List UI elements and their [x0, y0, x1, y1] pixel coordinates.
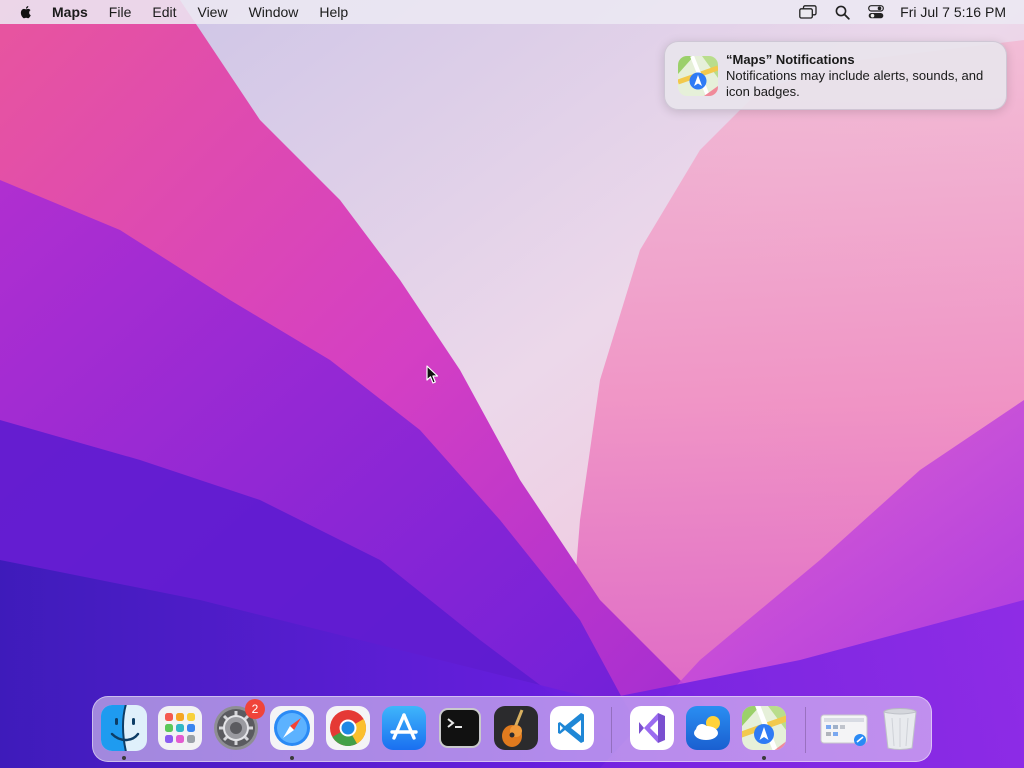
- dock-separator: [611, 707, 612, 753]
- terminal-icon: [439, 708, 481, 748]
- mouse-pointer-icon: [426, 365, 439, 384]
- menu-window[interactable]: Window: [249, 4, 299, 20]
- dock-running-indicator: [762, 756, 766, 760]
- dock: 2: [92, 696, 932, 762]
- dock-separator: [805, 707, 806, 753]
- screen-mirroring-icon[interactable]: [798, 2, 818, 22]
- vscode-icon: [550, 706, 594, 750]
- dock-item-chrome[interactable]: [324, 704, 372, 752]
- menu-bar-clock[interactable]: Fri Jul 7 5:16 PM: [900, 4, 1006, 20]
- menu-bar-right: Fri Jul 7 5:16 PM: [798, 0, 1024, 24]
- launchpad-icon: [158, 706, 202, 750]
- downloads-stack-icon: [820, 714, 868, 746]
- dock-item-safari[interactable]: [268, 704, 316, 752]
- dock-item-finder[interactable]: [100, 704, 148, 752]
- menu-bar: Maps File Edit View Window Help Fri Jul …: [0, 0, 1024, 24]
- menu-help[interactable]: Help: [319, 4, 348, 20]
- dock-item-vscode[interactable]: [548, 704, 596, 752]
- control-center-icon[interactable]: [866, 2, 886, 22]
- dock-item-weather[interactable]: [684, 704, 732, 752]
- notification-banner[interactable]: “Maps” Notifications Notifications may i…: [664, 41, 1007, 110]
- visual-studio-icon: [630, 706, 674, 750]
- finder-icon: [101, 705, 147, 751]
- dock-item-app-store[interactable]: [380, 704, 428, 752]
- maps-icon: [678, 56, 718, 96]
- trash-icon: [883, 708, 917, 750]
- dock-running-indicator: [122, 756, 126, 760]
- dock-item-maps[interactable]: [740, 704, 788, 752]
- desktop-wallpaper: [0, 0, 1024, 768]
- menu-edit[interactable]: Edit: [152, 4, 176, 20]
- dock-item-downloads[interactable]: [820, 704, 868, 752]
- dock-item-visual-studio[interactable]: [628, 704, 676, 752]
- dock-item-terminal[interactable]: [436, 704, 484, 752]
- weather-icon: [686, 706, 730, 750]
- notification-body: Notifications may include alerts, sounds…: [726, 68, 984, 99]
- menu-view[interactable]: View: [197, 4, 227, 20]
- apple-logo-icon[interactable]: [18, 4, 34, 20]
- dock-item-trash[interactable]: [876, 704, 924, 752]
- safari-icon: [270, 706, 314, 750]
- maps-icon: [742, 706, 786, 750]
- menu-bar-left: Maps File Edit View Window Help: [0, 0, 369, 24]
- dock-item-launchpad[interactable]: [156, 704, 204, 752]
- chrome-icon: [326, 706, 370, 750]
- garageband-icon: [494, 706, 538, 750]
- dock-item-system-settings[interactable]: 2: [212, 699, 265, 752]
- notification-title: “Maps” Notifications: [726, 52, 855, 67]
- notification-badge: 2: [245, 699, 265, 719]
- spotlight-search-icon[interactable]: [832, 2, 852, 22]
- dock-running-indicator: [290, 756, 294, 760]
- app-store-icon: [382, 706, 426, 750]
- menu-file[interactable]: File: [109, 4, 132, 20]
- dock-item-garageband[interactable]: [492, 704, 540, 752]
- menu-app-name[interactable]: Maps: [52, 4, 88, 20]
